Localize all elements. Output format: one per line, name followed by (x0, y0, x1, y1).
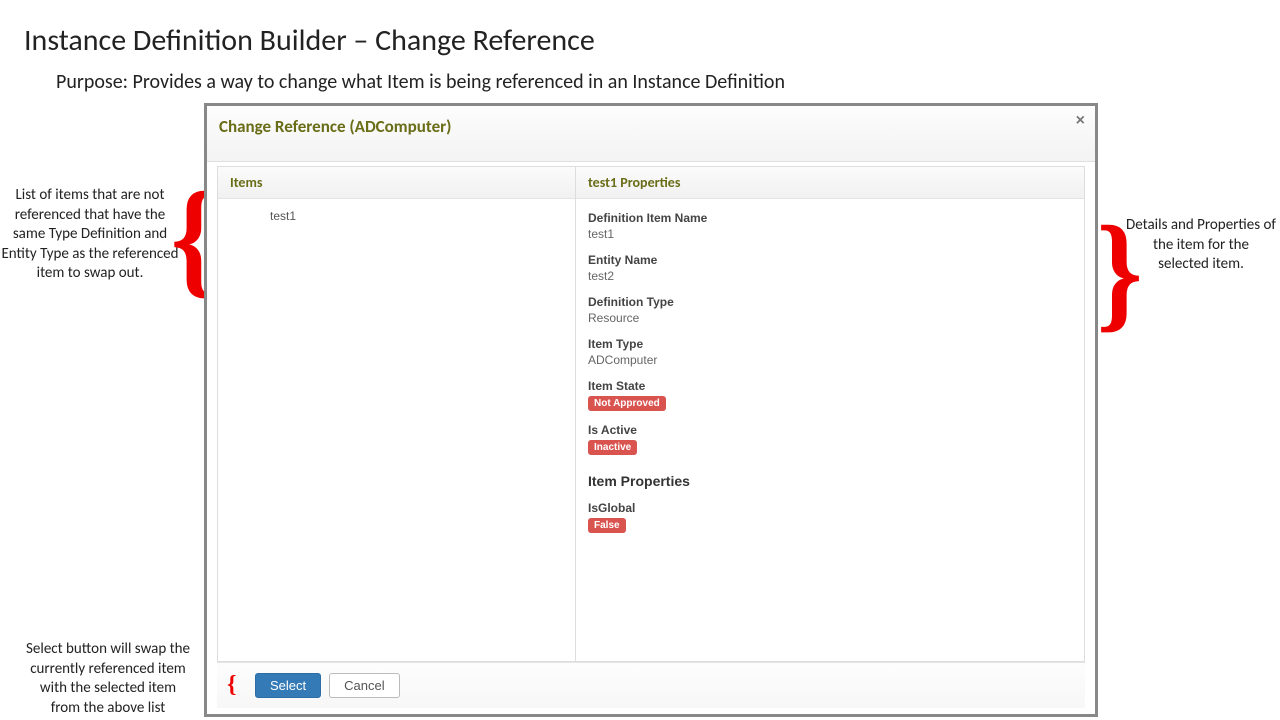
pill-item-state: Not Approved (588, 396, 666, 411)
field-value-item-type: ADComputer (588, 353, 1072, 367)
list-item[interactable]: test1 (218, 207, 575, 225)
dialog-title: Change Reference (ADComputer) (219, 116, 451, 137)
brace-footer-icon: { (227, 678, 247, 692)
field-value-entity-name: test2 (588, 269, 1072, 283)
item-properties-header: Item Properties (588, 473, 1072, 489)
field-label-item-state: Item State (588, 379, 1072, 393)
field-label-definition-type: Definition Type (588, 295, 1072, 309)
cancel-button[interactable]: Cancel (329, 673, 399, 698)
properties-body: Definition Item Name test1 Entity Name t… (576, 199, 1084, 661)
field-label-entity-name: Entity Name (588, 253, 1072, 267)
field-value-definition-item-name: test1 (588, 227, 1072, 241)
field-label-is-active: Is Active (588, 423, 1072, 437)
dialog-header: Change Reference (ADComputer) × (207, 106, 1095, 162)
brace-right-icon: } (1097, 224, 1143, 322)
annotation-items-list: List of items that are not referenced th… (0, 186, 180, 284)
field-label-item-type: Item Type (588, 337, 1072, 351)
field-label-definition-item-name: Definition Item Name (588, 211, 1072, 225)
close-icon[interactable]: × (1076, 112, 1085, 130)
dialog-body: Items test1 test1 Properties Definition … (217, 166, 1085, 662)
annotation-select-button: Select button will swap the currently re… (24, 640, 192, 718)
items-list: test1 (218, 199, 575, 661)
field-value-definition-type: Resource (588, 311, 1072, 325)
properties-panel-header: test1 Properties (576, 167, 1084, 199)
page-subtitle: Purpose: Provides a way to change what I… (56, 70, 785, 94)
items-panel: Items test1 (218, 167, 576, 661)
pill-isglobal: False (588, 518, 626, 533)
annotation-details-props: Details and Properties of the item for t… (1126, 216, 1276, 275)
items-panel-header: Items (218, 167, 575, 199)
dialog-footer: { Select Cancel (217, 662, 1085, 708)
change-reference-dialog: Change Reference (ADComputer) × Items te… (204, 103, 1098, 717)
field-label-isglobal: IsGlobal (588, 501, 1072, 515)
properties-panel: test1 Properties Definition Item Name te… (576, 167, 1084, 661)
select-button[interactable]: Select (255, 673, 321, 698)
pill-is-active: Inactive (588, 440, 637, 455)
page-title: Instance Definition Builder – Change Ref… (24, 22, 595, 59)
